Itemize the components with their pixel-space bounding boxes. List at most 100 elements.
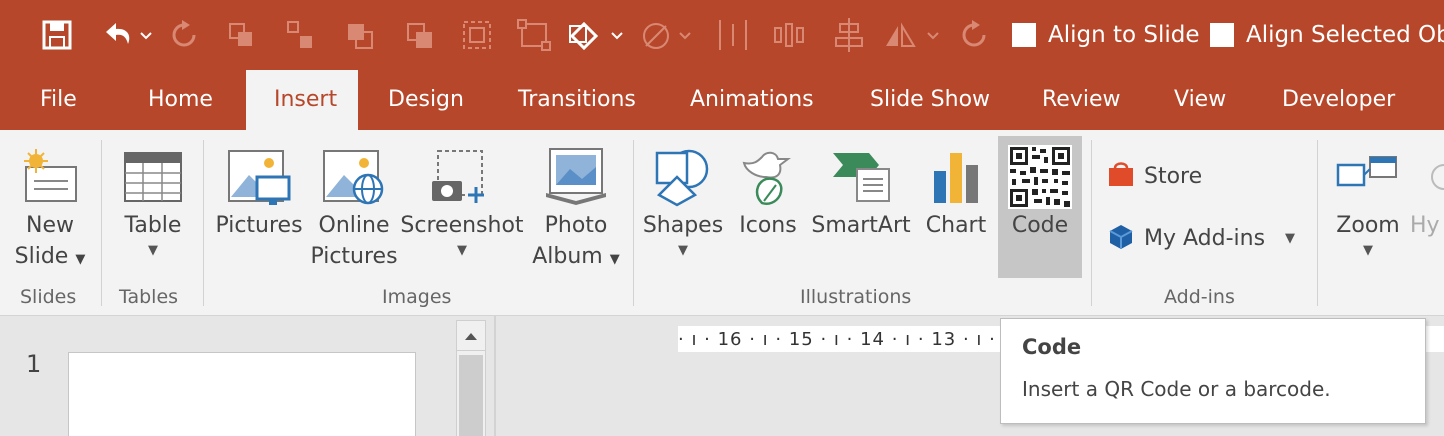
edit-points-icon[interactable] bbox=[516, 16, 552, 54]
hyperlink-icon bbox=[1410, 144, 1444, 210]
photo-album-icon bbox=[544, 144, 608, 210]
photo-album-button[interactable]: Photo Album ▼ bbox=[528, 130, 624, 275]
pane-divider[interactable] bbox=[494, 316, 496, 436]
align-selected-objects-label: Align Selected Obje bbox=[1246, 22, 1444, 48]
zoom-icon bbox=[1336, 144, 1400, 210]
powerpoint-window: Align to Slide Align Selected Obje File … bbox=[0, 0, 1444, 436]
rotate-icon[interactable] bbox=[960, 16, 990, 54]
table-label: Table bbox=[124, 213, 182, 238]
tab-design[interactable]: Design bbox=[388, 70, 464, 130]
undo-icon[interactable] bbox=[98, 16, 154, 54]
table-icon bbox=[123, 144, 183, 210]
screenshot-button[interactable]: Screenshot ▼ bbox=[400, 130, 524, 261]
shapes-icon bbox=[651, 144, 715, 210]
group-label-illustrations: Illustrations bbox=[800, 286, 912, 308]
tab-view[interactable]: View bbox=[1174, 70, 1226, 130]
online-pictures-label-2: Pictures bbox=[310, 244, 398, 269]
icons-icon bbox=[736, 144, 800, 210]
group-icon[interactable] bbox=[226, 16, 258, 54]
new-slide-label-1: New bbox=[26, 213, 74, 238]
code-label: Code bbox=[1011, 213, 1069, 238]
shape-fill-icon[interactable] bbox=[566, 16, 626, 54]
photo-album-label-1: Photo bbox=[544, 213, 608, 238]
store-button[interactable]: Store bbox=[1106, 156, 1202, 196]
tab-insert[interactable]: Insert bbox=[246, 70, 358, 130]
tooltip-title: Code bbox=[1022, 335, 1082, 359]
new-slide-label-2: Slide ▼ bbox=[14, 244, 86, 269]
icons-label: Icons bbox=[739, 213, 797, 238]
checkbox-box[interactable] bbox=[1012, 23, 1036, 47]
ribbon-insert: New Slide ▼ Table ▼ Pictures Online Pict… bbox=[0, 130, 1444, 316]
chart-label: Chart bbox=[925, 213, 987, 238]
shape-outline-icon[interactable] bbox=[638, 16, 698, 54]
align-center-icon[interactable] bbox=[832, 16, 866, 54]
slide-number: 1 bbox=[26, 350, 42, 378]
chevron-down-icon[interactable]: ▼ bbox=[1285, 231, 1295, 246]
flip-icon[interactable] bbox=[882, 16, 942, 54]
pictures-label: Pictures bbox=[215, 213, 303, 238]
my-addins-label: My Add-ins bbox=[1144, 225, 1266, 251]
tab-transitions[interactable]: Transitions bbox=[518, 70, 636, 130]
smartart-icon bbox=[829, 144, 893, 210]
bring-forward-icon[interactable] bbox=[344, 16, 376, 54]
ungroup-icon[interactable] bbox=[284, 16, 316, 54]
slide-thumbnail[interactable] bbox=[68, 352, 416, 436]
tab-slide-show[interactable]: Slide Show bbox=[870, 70, 990, 130]
checkbox-box[interactable] bbox=[1210, 23, 1234, 47]
smartart-button[interactable]: SmartArt bbox=[810, 130, 912, 241]
align-to-slide-label: Align to Slide bbox=[1048, 22, 1200, 48]
distribute-vertical-icon[interactable] bbox=[716, 16, 750, 54]
hyperlink-button[interactable]: Hy bbox=[1410, 130, 1444, 241]
chevron-down-icon: ▼ bbox=[1363, 243, 1373, 258]
hyperlink-label: Hy bbox=[1410, 213, 1440, 238]
online-pictures-button[interactable]: Online Pictures bbox=[310, 130, 398, 272]
align-selected-objects-checkbox[interactable]: Align Selected Obje bbox=[1210, 20, 1444, 50]
ribbon-tabs: File Home Insert Design Transitions Anim… bbox=[0, 70, 1444, 130]
scroll-thumb[interactable] bbox=[459, 355, 483, 436]
redo-icon[interactable] bbox=[170, 16, 200, 54]
chevron-down-icon: ▼ bbox=[148, 243, 158, 258]
new-slide-icon bbox=[18, 144, 82, 210]
code-button[interactable]: Code bbox=[998, 136, 1082, 278]
screenshot-label: Screenshot bbox=[400, 213, 524, 238]
photo-album-label-2: Album ▼ bbox=[532, 244, 620, 269]
group-label-addins: Add-ins bbox=[1164, 286, 1235, 308]
zoom-button[interactable]: Zoom ▼ bbox=[1330, 130, 1406, 261]
chevron-down-icon: ▼ bbox=[678, 243, 688, 258]
smartart-label: SmartArt bbox=[811, 213, 911, 238]
tab-home[interactable]: Home bbox=[148, 70, 213, 130]
tab-developer[interactable]: Developer bbox=[1282, 70, 1395, 130]
distribute-horizontal-icon[interactable] bbox=[772, 16, 806, 54]
thumbnail-scrollbar[interactable] bbox=[456, 320, 486, 436]
pictures-icon bbox=[227, 144, 291, 210]
code-tooltip: Code Insert a QR Code or a barcode. bbox=[1000, 318, 1426, 424]
tooltip-description: Insert a QR Code or a barcode. bbox=[1022, 377, 1331, 401]
chart-button[interactable]: Chart bbox=[920, 130, 992, 241]
send-backward-icon[interactable] bbox=[404, 16, 436, 54]
online-pictures-icon bbox=[322, 144, 386, 210]
store-icon bbox=[1106, 159, 1136, 193]
qr-code-icon bbox=[1008, 144, 1072, 210]
zoom-label: Zoom bbox=[1336, 213, 1400, 238]
chevron-down-icon: ▼ bbox=[457, 243, 467, 258]
icons-button[interactable]: Icons bbox=[732, 130, 804, 241]
quick-access-toolbar: Align to Slide Align Selected Obje bbox=[0, 0, 1444, 70]
pictures-button[interactable]: Pictures bbox=[212, 130, 306, 241]
chart-icon bbox=[928, 144, 984, 210]
tab-animations[interactable]: Animations bbox=[690, 70, 814, 130]
save-icon[interactable] bbox=[40, 16, 74, 54]
new-slide-button[interactable]: New Slide ▼ bbox=[6, 130, 94, 275]
table-button[interactable]: Table ▼ bbox=[112, 130, 194, 261]
shapes-label: Shapes bbox=[642, 213, 724, 238]
my-addins-button[interactable]: My Add-ins ▼ bbox=[1106, 218, 1295, 258]
align-to-slide-checkbox[interactable]: Align to Slide bbox=[1012, 20, 1200, 50]
group-label-images: Images bbox=[382, 286, 452, 308]
online-pictures-label-1: Online bbox=[318, 213, 390, 238]
store-label: Store bbox=[1144, 163, 1203, 189]
tab-review[interactable]: Review bbox=[1042, 70, 1121, 130]
scroll-up-arrow-icon[interactable] bbox=[457, 321, 485, 351]
tab-file[interactable]: File bbox=[40, 70, 77, 130]
screenshot-icon bbox=[430, 144, 494, 210]
selection-pane-icon[interactable] bbox=[460, 16, 494, 54]
shapes-button[interactable]: Shapes ▼ bbox=[640, 130, 726, 261]
